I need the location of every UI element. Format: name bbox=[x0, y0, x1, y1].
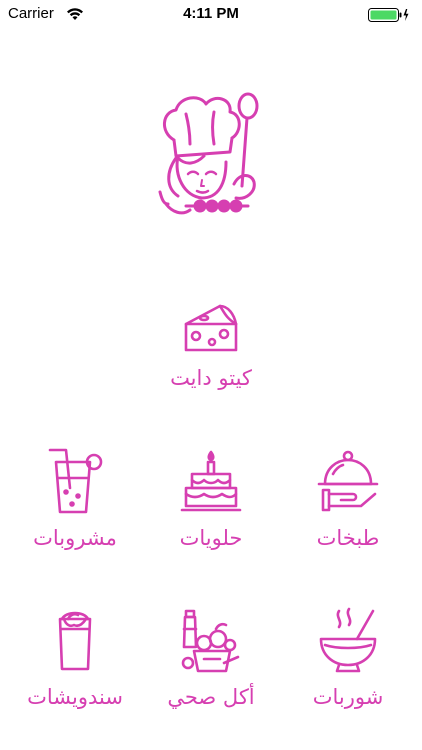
category-keto[interactable]: كيتو دايت bbox=[146, 300, 276, 390]
cheese-icon bbox=[146, 300, 276, 358]
chef-woman-logo bbox=[156, 92, 266, 222]
category-sweets[interactable]: حلويات bbox=[146, 448, 276, 550]
wrap-sandwich-icon bbox=[10, 607, 140, 677]
category-healthy-label: أكل صحي bbox=[167, 685, 255, 709]
category-healthy[interactable]: أكل صحي bbox=[146, 607, 276, 709]
groceries-icon bbox=[146, 607, 276, 677]
category-keto-label: كيتو دايت bbox=[170, 366, 252, 390]
category-sweets-label: حلويات bbox=[179, 526, 243, 550]
category-drinks[interactable]: مشروبات bbox=[10, 448, 140, 550]
status-time: 4:11 PM bbox=[183, 5, 239, 22]
category-soups[interactable]: شوربات bbox=[283, 607, 413, 709]
category-dishes[interactable]: طبخات bbox=[283, 448, 413, 550]
category-drinks-label: مشروبات bbox=[33, 526, 117, 550]
battery-icon bbox=[368, 7, 410, 26]
status-bar: Carrier 4:11 PM bbox=[0, 0, 422, 28]
juice-glass-icon bbox=[10, 448, 140, 518]
category-soups-label: شوربات bbox=[312, 685, 384, 709]
soup-bowl-icon bbox=[283, 607, 413, 677]
birthday-cake-icon bbox=[146, 448, 276, 518]
serving-dish-icon bbox=[283, 448, 413, 518]
category-dishes-label: طبخات bbox=[316, 526, 380, 550]
category-sandwiches-label: سندويشات bbox=[27, 685, 123, 709]
category-sandwiches[interactable]: سندويشات bbox=[10, 607, 140, 709]
